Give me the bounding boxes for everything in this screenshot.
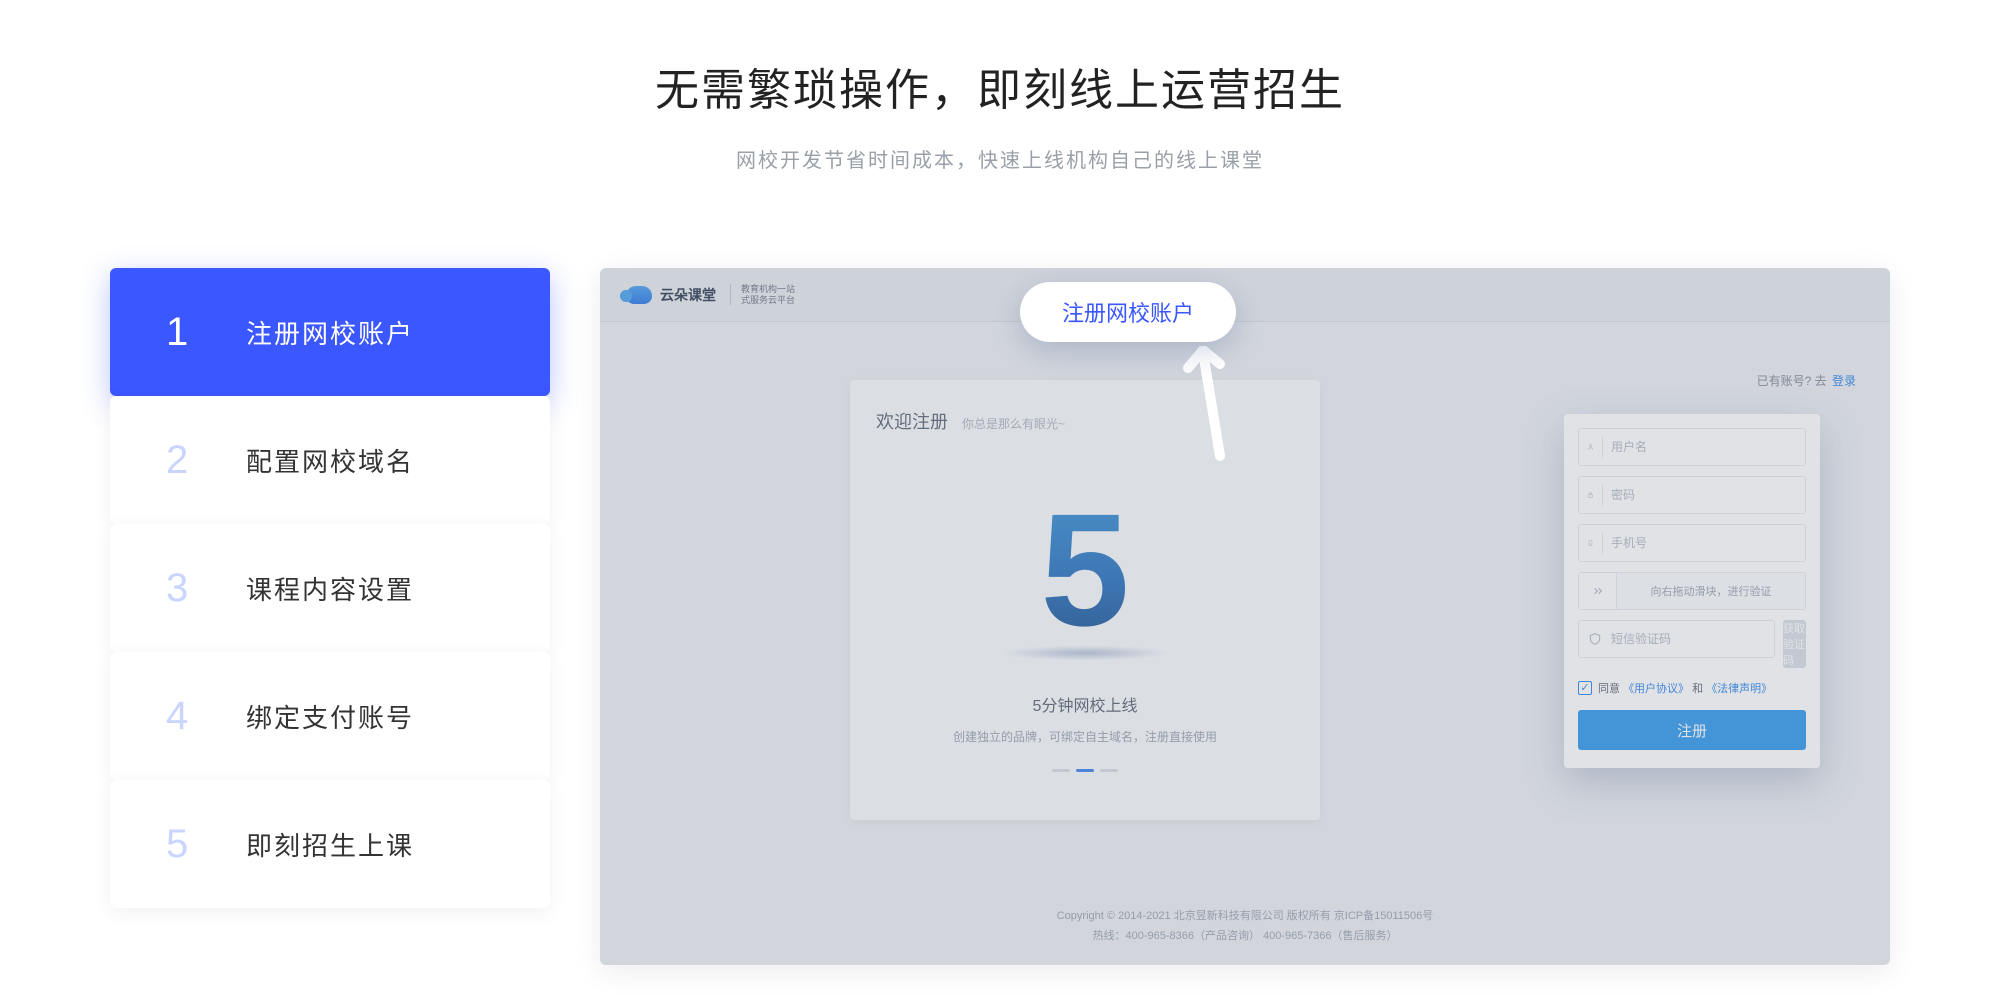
agree-prefix: 同意 [1598,683,1620,695]
headline-title: 无需繁琐操作，即刻线上运营招生 [0,54,2000,118]
preview-panel: 云朵课堂 教育机构一站 式服务云平台 已有账号? 去 登录 [600,268,1890,965]
page-root: 无需繁琐操作，即刻线上运营招生 网校开发节省时间成本，快速上线机构自己的线上课堂… [0,0,2000,995]
step-1[interactable]: 1 注册网校账户 [110,268,550,396]
agree-checkbox[interactable]: ✓ [1578,681,1592,695]
preview-logo-sub: 教育机构一站 式服务云平台 [730,284,795,306]
step-4-number: 4 [166,694,246,739]
username-field[interactable] [1578,428,1806,466]
signup-form: 向右拖动滑块，进行验证 获取验证码 [1564,414,1820,768]
big5-wrap: 5 5分钟网校上线 创建独立的品牌，可绑定自主域名，注册直接使用 [850,490,1320,772]
phone-icon [1587,532,1603,554]
slider-handle-icon[interactable] [1579,573,1617,609]
phone-input[interactable] [1611,536,1797,550]
step-2[interactable]: 2 配置网校域名 [110,396,550,524]
step-1-number: 1 [166,310,246,355]
lock-icon [1587,484,1603,506]
step-1-label: 注册网校账户 [246,314,414,351]
legal-notice-link[interactable]: 《法律声明》 [1706,683,1772,695]
preview-logo: 云朵课堂 [626,285,716,305]
login-hint: 已有账号? 去 登录 [1757,372,1856,389]
step-4[interactable]: 4 绑定支付账号 [110,652,550,780]
pager-dot[interactable] [1100,769,1118,772]
preview-inner: 云朵课堂 教育机构一站 式服务云平台 已有账号? 去 登录 [600,268,1890,965]
get-sms-button[interactable]: 获取验证码 [1783,620,1806,668]
step-4-label: 绑定支付账号 [246,698,414,735]
pager-dots [850,769,1320,772]
big5-subcaption: 创建独立的品牌，可绑定自主域名，注册直接使用 [850,728,1320,745]
headline: 无需繁琐操作，即刻线上运营招生 网校开发节省时间成本，快速上线机构自己的线上课堂 [0,0,2000,173]
step-2-label: 配置网校域名 [246,442,414,479]
big5-caption: 5分钟网校上线 [850,692,1320,716]
content-row: 1 注册网校账户 2 配置网校域名 3 课程内容设置 4 绑定支付账号 5 即刻… [110,268,1890,965]
headline-subtitle: 网校开发节省时间成本，快速上线机构自己的线上课堂 [0,144,2000,173]
preview-body: 已有账号? 去 登录 欢迎注册 你总是那么有眼光~ 5 5分钟网校上线 [600,322,1890,965]
step-5-label: 即刻招生上课 [246,826,414,863]
step-2-number: 2 [166,438,246,483]
welcome-card: 欢迎注册 你总是那么有眼光~ 5 5分钟网校上线 创建独立的品牌，可绑定自主域名… [850,380,1320,820]
footer-copyright: Copyright © 2014-2021 北京昱新科技有限公司 版权所有 京I… [600,907,1890,927]
preview-logo-sub-line1: 教育机构一站 [741,284,795,295]
step-5[interactable]: 5 即刻招生上课 [110,780,550,908]
pager-dot-active[interactable] [1076,769,1094,772]
shield-icon [1587,631,1603,647]
footer-hotline: 热线：400-965-8366（产品咨询） 400-965-7366（售后服务） [600,927,1890,947]
welcome-head: 欢迎注册 你总是那么有眼光~ [876,408,1294,434]
tooltip-arrow-icon [1180,346,1226,466]
sms-row: 获取验证码 [1578,620,1806,668]
login-hint-prefix: 已有账号? 去 [1757,374,1827,388]
step-3[interactable]: 3 课程内容设置 [110,524,550,652]
cloud-icon [626,286,652,304]
preview-logo-text: 云朵课堂 [660,285,716,305]
password-input[interactable] [1611,488,1797,502]
sms-field[interactable] [1578,620,1775,658]
tooltip-pill: 注册网校账户 [1020,282,1236,342]
register-button[interactable]: 注册 [1578,710,1806,750]
phone-field[interactable] [1578,524,1806,562]
agree-and: 和 [1692,683,1703,695]
step-3-label: 课程内容设置 [246,570,414,607]
preview-appbar: 云朵课堂 教育机构一站 式服务云平台 [600,268,1890,322]
big5-shadow [1000,645,1170,660]
step-5-number: 5 [166,822,246,867]
welcome-title: 欢迎注册 [876,408,948,434]
user-agreement-link[interactable]: 《用户协议》 [1623,683,1689,695]
user-icon [1587,436,1603,458]
pager-dot[interactable] [1052,769,1070,772]
preview-logo-sub-line2: 式服务云平台 [741,295,795,306]
sms-input[interactable] [1611,632,1766,646]
steps-list: 1 注册网校账户 2 配置网校域名 3 课程内容设置 4 绑定支付账号 5 即刻… [110,268,550,965]
welcome-hint: 你总是那么有眼光~ [962,415,1065,432]
slider-text: 向右拖动滑块，进行验证 [1617,583,1805,599]
password-field[interactable] [1578,476,1806,514]
captcha-slider[interactable]: 向右拖动滑块，进行验证 [1578,572,1806,610]
step-3-number: 3 [166,566,246,611]
agree-row: ✓ 同意 《用户协议》 和 《法律声明》 [1578,680,1806,696]
login-link[interactable]: 登录 [1832,374,1856,388]
big5-number: 5 [1041,490,1130,650]
preview-footer: Copyright © 2014-2021 北京昱新科技有限公司 版权所有 京I… [600,907,1890,947]
username-input[interactable] [1611,440,1797,454]
